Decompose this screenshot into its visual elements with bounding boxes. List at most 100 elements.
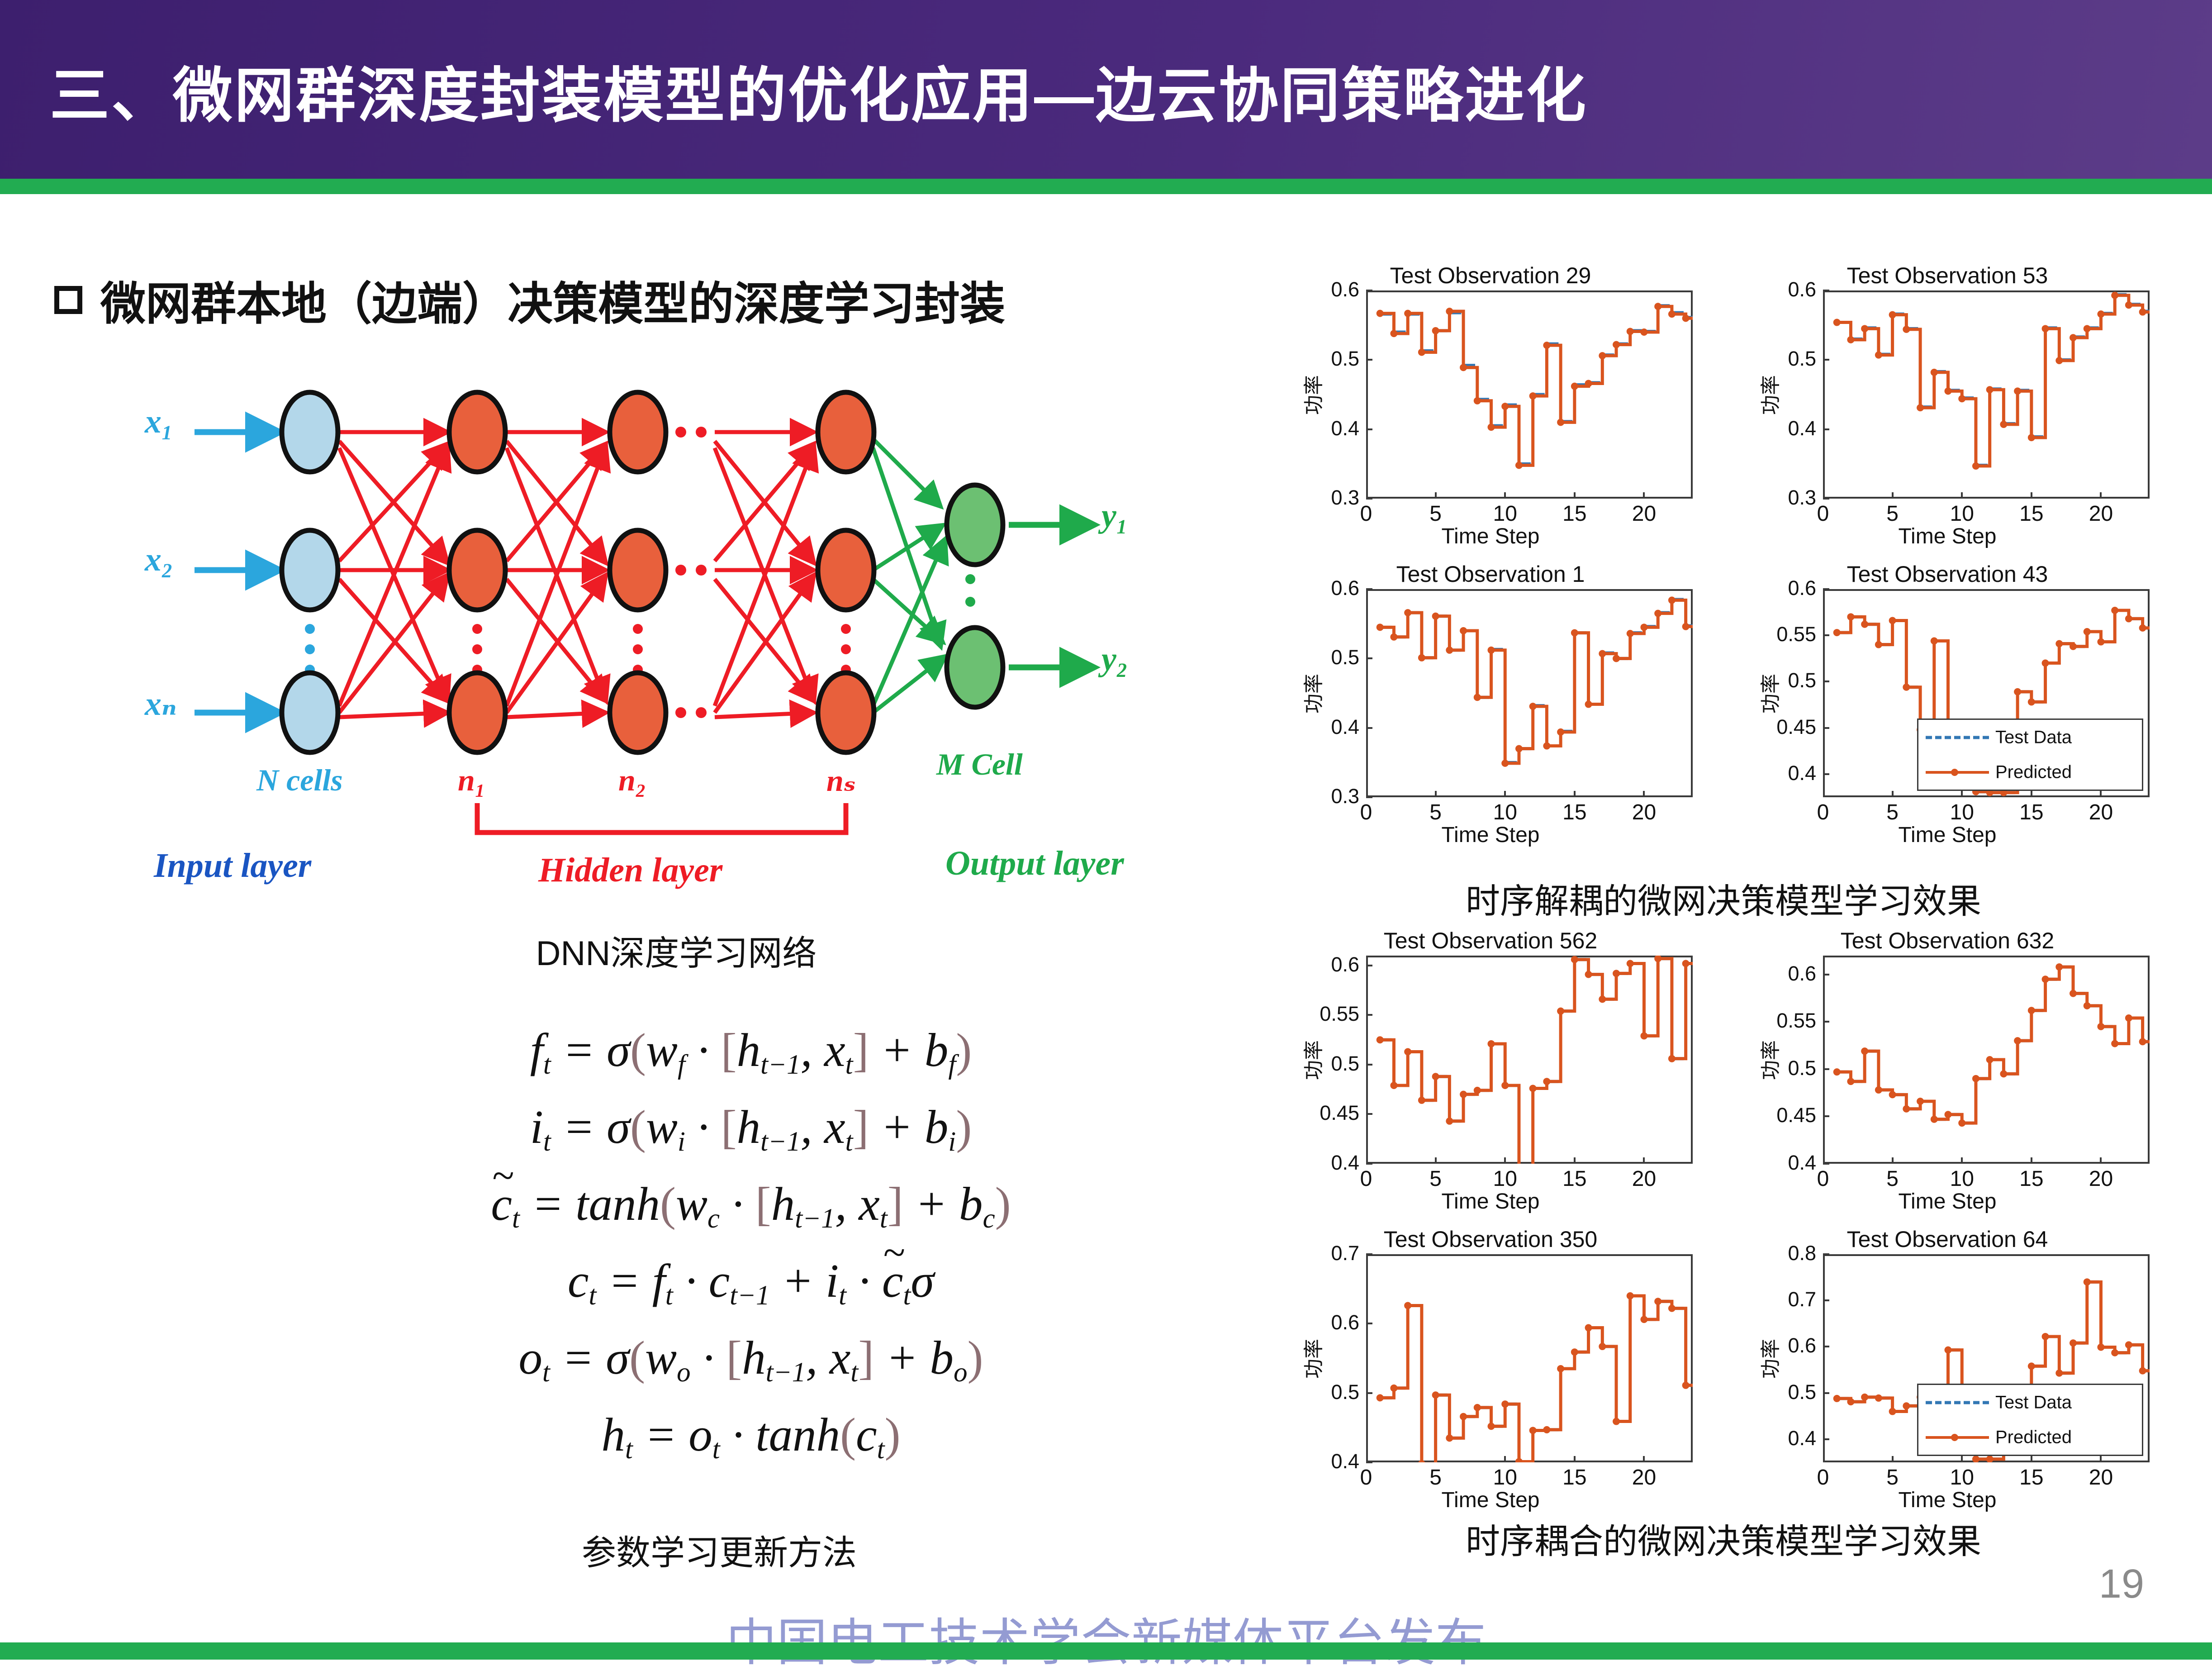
chart-x-tick: 5 [1429, 1466, 1442, 1489]
chart-x-axis-label: Time Step [1441, 1190, 1540, 1213]
chart-y-tickmark [1366, 1113, 1372, 1115]
legend-marker-predicted [1951, 1433, 1958, 1441]
legend-label-test-data: Test Data [1995, 727, 2072, 747]
chart-x-tick: 15 [1562, 502, 1587, 526]
dnn-layer-label-n2: n₂ [618, 763, 646, 797]
chart-y-tickmark [1366, 1461, 1372, 1463]
chart-y-tick: 0.4 [1788, 761, 1816, 785]
chart-y-tick: 0.6 [1331, 952, 1359, 976]
equation-candidate-cell: ct = tanh(wc · [ht−1, xt] + bc) [312, 1176, 1190, 1235]
chart-y-tickmark [1823, 1299, 1829, 1302]
dnn-diagram-svg [195, 390, 1101, 835]
chart-x-tickmark [2100, 1456, 2102, 1462]
equation-forget-gate: ft = σ(wf · [ht−1, xt] + bf) [530, 1023, 972, 1080]
chart-y-tickmark [1823, 973, 1829, 975]
chart-y-tick: 0.5 [1788, 669, 1816, 692]
chart-x-tickmark [1573, 492, 1576, 499]
chart-x-tickmark [1434, 1157, 1437, 1164]
bullet-square-icon [54, 286, 82, 314]
chart-x-tick: 15 [2019, 800, 2044, 824]
chart-y-tickmark [1823, 773, 1829, 775]
chart-y-tickmark [1366, 428, 1372, 430]
chart-x-tickmark [1573, 791, 1576, 797]
formula-caption: 参数学习更新方法 [582, 1534, 857, 1572]
chart-y-tickmark [1823, 588, 1829, 590]
equation-input-gate: it = σ(wi · [ht−1, xt] + bi) [530, 1100, 972, 1157]
legend-swatch-test-data [1926, 736, 1989, 739]
chart-x-tick: 5 [1886, 800, 1899, 824]
dnn-zone-label-hidden: Hidden layer [538, 851, 723, 889]
chart-y-tick: 0.45 [1320, 1101, 1359, 1125]
chart-y-tickmark [1366, 359, 1372, 361]
chart-y-tickmark [1366, 1253, 1372, 1255]
chart-x-tick: 10 [1950, 1167, 1974, 1191]
chart-plot-area [1366, 956, 1693, 1164]
page-title: 三、微网群深度封装模型的优化应用—边云协同策略进化 [50, 62, 1588, 129]
page-number: 19 [2098, 1561, 2144, 1607]
chart-test-observation-1: Test Observation 1 功率 Time Step 0.3 0.4 0.5 0.… [1280, 561, 1701, 851]
equation-cell-state: ct = ft · ct−1 + it · ctσ [312, 1253, 1190, 1312]
chart-x-tick: 20 [2089, 1167, 2113, 1191]
chart-x-tickmark [1504, 1157, 1506, 1164]
equation-hidden-state: ht = ot · tanh(ct) [601, 1408, 901, 1465]
dnn-zone-label-output: Output layer [945, 844, 1124, 882]
chart-x-tickmark [2100, 791, 2102, 797]
chart-plot-area [1823, 290, 2150, 499]
chart-x-tick: 10 [1493, 1167, 1517, 1191]
chart-y-tickmark [1823, 680, 1829, 683]
chart-y-tick: 0.5 [1788, 347, 1816, 371]
equation-output-gate: ot = σ(wo · [ht−1, xt] + bo) [518, 1331, 983, 1388]
chart-y-axis-label: 功率 [1303, 674, 1325, 714]
chart-x-tickmark [1504, 492, 1506, 499]
chart-x-tick: 15 [1562, 1167, 1587, 1191]
chart-test-observation-64: Test Observation 64 功率 Time Step 0.4 0.5 0.6 0… [1737, 1226, 2158, 1516]
chart-plot-area [1366, 589, 1693, 797]
chart-x-tickmark [1434, 1456, 1437, 1462]
chart-y-tickmark [1366, 588, 1372, 590]
chart-x-tickmark [2030, 492, 2032, 499]
chart-x-axis-label: Time Step [1898, 1190, 1997, 1213]
footer-accent-rule [0, 1642, 2212, 1660]
chart-x-axis-label: Time Step [1898, 1488, 1997, 1512]
bullet-heading-label: 微网群本地（边端）决策模型的深度学习封装 [100, 279, 1005, 329]
chart-test-observation-350: Test Observation 350 功率 Time Step 0.4 0.5 0.6… [1280, 1226, 1701, 1516]
chart-x-tick: 10 [1950, 502, 1974, 526]
chart-y-tick: 0.7 [1788, 1288, 1816, 1311]
chart-y-tickmark [1366, 1392, 1372, 1394]
dnn-output-label-y1: y₁ [1101, 497, 1128, 534]
chart-y-tickmark [1366, 1323, 1372, 1325]
chart-x-tick: 10 [1493, 502, 1517, 526]
chart-y-tick: 0.4 [1331, 416, 1359, 440]
chart-x-axis-label: Time Step [1441, 524, 1540, 548]
chart-x-tickmark [1643, 492, 1645, 499]
chart-y-tick: 0.5 [1331, 1380, 1359, 1404]
chart-y-tick: 0.6 [1788, 1334, 1816, 1357]
chart-x-tickmark [1891, 791, 1894, 797]
chart-y-tick: 0.55 [1320, 1002, 1359, 1026]
chart-x-tick: 10 [1493, 800, 1517, 824]
chart-y-tickmark [1823, 498, 1829, 500]
legend-item-test-data: Test Data [1918, 720, 2142, 755]
chart-y-tickmark [1823, 1438, 1829, 1440]
chart-y-tickmark [1823, 634, 1829, 637]
chart-y-tick: 0.6 [1331, 278, 1359, 301]
chart-x-tick: 20 [1632, 800, 1657, 824]
chart-x-tickmark [1643, 791, 1645, 797]
chart-x-tickmark [1643, 1157, 1645, 1164]
chart-group-coupled-caption: 时序耦合的微网决策模型学习效果 [1466, 1523, 1981, 1561]
chart-x-tickmark [1961, 1157, 1963, 1164]
chart-y-tick: 0.5 [1331, 347, 1359, 371]
chart-y-tickmark [1366, 1014, 1372, 1016]
chart-x-tickmark [1434, 791, 1437, 797]
chart-plot-area [1823, 956, 2150, 1164]
dnn-layer-label-m-cell: M Cell [936, 747, 1023, 781]
watermark-text: 中国电工技术学会新媒体平台发布 [0, 1602, 2212, 1675]
chart-y-tick: 0.4 [1331, 715, 1359, 738]
chart-x-tickmark [2030, 1456, 2032, 1462]
header-accent-rule [0, 179, 2212, 194]
legend-item-test-data: Test Data [1918, 1385, 2142, 1420]
chart-y-tickmark [1823, 290, 1829, 291]
lstm-equation-block: { ft = σ(wf · [ht−1, xt] + bf) it = σ(wi… [244, 1018, 1194, 1498]
chart-y-tickmark [1366, 1063, 1372, 1066]
chart-x-tick: 0 [1360, 800, 1372, 824]
